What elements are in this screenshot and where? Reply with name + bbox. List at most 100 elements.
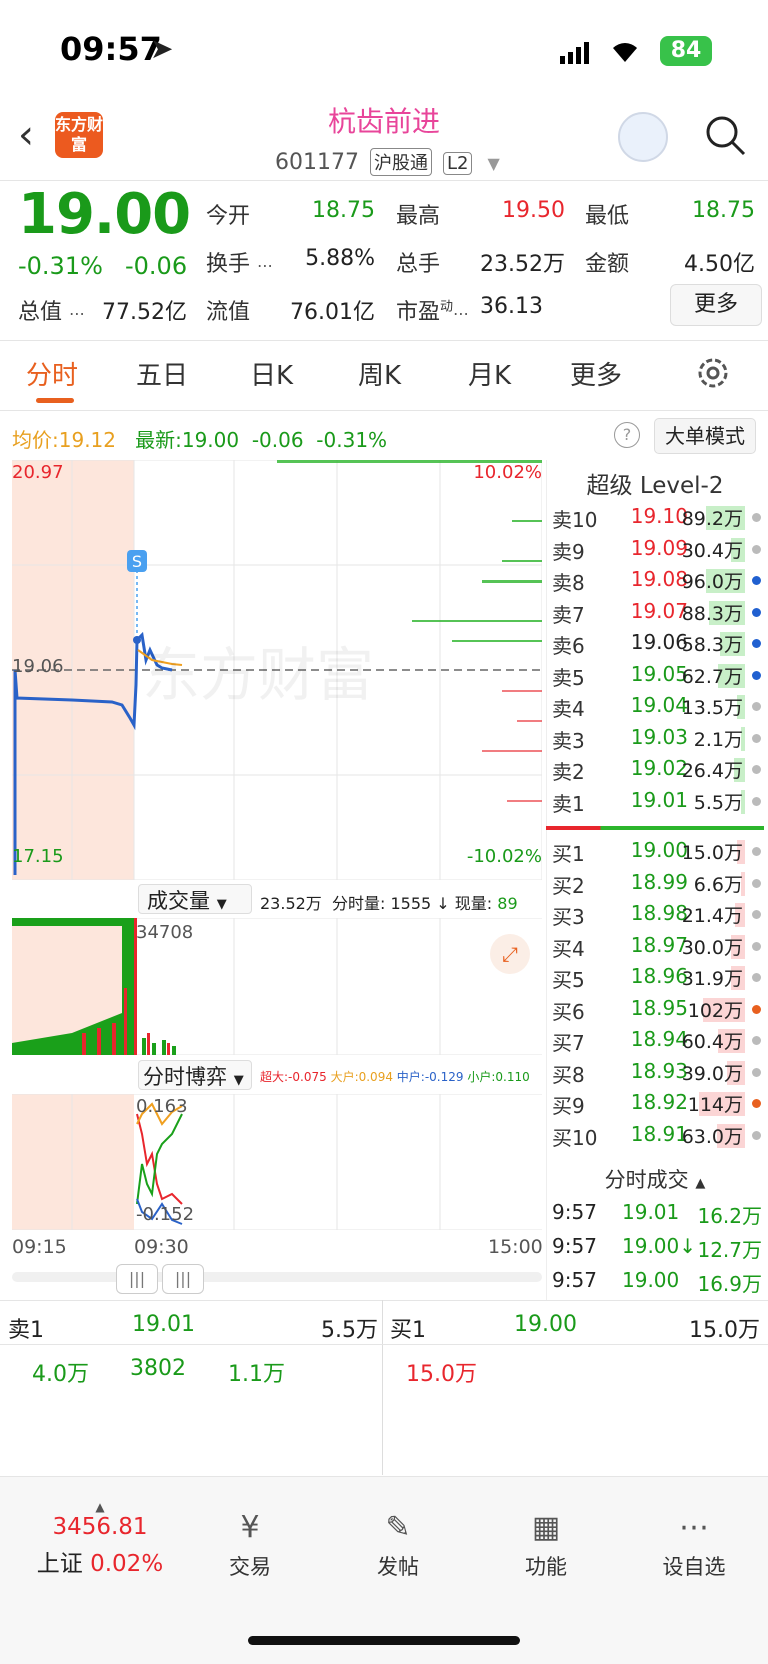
order-dot-icon — [752, 1099, 761, 1108]
bid-row[interactable]: 买6 18.95 102万 — [550, 994, 765, 1024]
trade-time: 9:57 — [552, 1268, 597, 1292]
settings-icon[interactable] — [696, 356, 730, 394]
low-label: 最低 — [585, 204, 630, 229]
level-price: 18.98 — [630, 901, 688, 925]
tab-month-k[interactable]: 月K — [468, 355, 511, 392]
bid-row[interactable]: 买10 18.91 63.0万 — [550, 1120, 765, 1150]
level-price: 18.99 — [630, 869, 688, 894]
volume-value: 23.52万 — [480, 252, 565, 277]
y-mid-label: 19.06 — [12, 656, 64, 677]
bq-left-item-1: 4.0万 — [32, 1362, 89, 1387]
level-volume: 30.0万 — [681, 936, 743, 959]
trade-icon: ¥ — [240, 1510, 260, 1545]
volume-peak-label: 34708 — [136, 922, 194, 943]
volume-dropdown[interactable]: 成交量 ▼ — [138, 884, 252, 914]
bid-row[interactable]: 买7 18.94 60.4万 — [550, 1025, 765, 1055]
level-price: 19.10 — [630, 504, 688, 528]
scrollbar-track[interactable] — [12, 1272, 542, 1282]
bid-row[interactable]: 买2 18.99 6.6万 — [550, 868, 765, 898]
ask-row[interactable]: 卖5 19.05 62.7万 — [550, 660, 765, 690]
level-label: 卖10 — [552, 508, 598, 532]
level-price: 18.97 — [630, 932, 688, 957]
bq-left-item-3: 1.1万 — [228, 1362, 285, 1387]
level-volume: 30.4万 — [681, 539, 743, 562]
level-volume: 88.3万 — [681, 602, 743, 625]
level-label: 买6 — [552, 999, 585, 1024]
ask-row[interactable]: 卖2 19.02 26.4万 — [550, 754, 765, 784]
tab-indicator — [36, 398, 74, 403]
help-icon[interactable]: ? — [614, 422, 640, 448]
index-pct: 0.02% — [90, 1551, 164, 1577]
level-label: 卖3 — [552, 728, 585, 753]
robot-avatar-icon[interactable] — [618, 112, 668, 162]
bq-left-item-2: 3802 — [130, 1356, 186, 1381]
scroll-handle-left[interactable]: ||| — [116, 1264, 158, 1294]
ask-row[interactable]: 卖4 19.04 13.5万 — [550, 691, 765, 721]
level-volume: 31.9万 — [681, 968, 743, 990]
chevron-down-icon: ▼ — [487, 154, 500, 173]
bid-row[interactable]: 买3 18.98 21.4万 — [550, 899, 765, 929]
ask-row[interactable]: 卖10 19.10 89.2万 — [550, 502, 765, 532]
order-dot-icon — [752, 878, 761, 888]
nav-functions[interactable]: ▦ 功能 — [496, 1510, 596, 1581]
ask-row[interactable]: 卖8 19.08 96.0万 — [550, 565, 765, 595]
level-label: 买4 — [552, 936, 585, 961]
level-volume: 26.4万 — [681, 760, 743, 782]
bid-row[interactable]: 买4 18.97 30.0万 — [550, 931, 765, 961]
pct-max-label: 10.02% — [473, 462, 542, 483]
connect-tag: 沪股通 — [369, 148, 432, 176]
info-line: 均价:19.12 最新:19.00 -0.06 -0.31% — [12, 428, 388, 452]
level-label: 买1 — [552, 842, 585, 866]
bid-row[interactable]: 买1 19.00 15.0万 — [550, 836, 765, 866]
x-label-start: 09:15 — [12, 1236, 67, 1258]
chart-marker[interactable]: S — [132, 552, 142, 571]
tab-week-k[interactable]: 周K — [358, 355, 401, 392]
price-chart[interactable]: S 东方财富 20.97 17.15 19.06 10.02% -10.02% — [12, 459, 543, 881]
expand-icon[interactable]: ⤢ — [490, 934, 530, 974]
tab-five-day[interactable]: 五日 — [136, 355, 188, 392]
tab-more[interactable]: 更多 — [570, 355, 622, 392]
turnover-value: 5.88% — [305, 246, 375, 271]
quote-divider — [0, 340, 768, 341]
game-dropdown[interactable]: 分时博弈 ▼ — [138, 1060, 252, 1090]
index-widget[interactable]: ▲ 3456.81 上证 0.02% — [20, 1500, 180, 1590]
scroll-handle-right[interactable]: ||| — [162, 1264, 204, 1294]
current-price: 19.00 — [18, 182, 191, 247]
float-label: 流值 — [206, 300, 251, 325]
bid-row[interactable]: 买9 18.92 114万 — [550, 1088, 765, 1118]
volume-label: 总手 — [396, 252, 441, 277]
tab-day-k[interactable]: 日K — [250, 355, 293, 392]
level-price: 19.08 — [630, 567, 688, 591]
nav-post[interactable]: ✎ 发帖 — [348, 1510, 448, 1581]
home-indicator — [248, 1636, 520, 1645]
tab-intraday[interactable]: 分时 — [26, 355, 78, 392]
ask-row[interactable]: 卖7 19.07 88.3万 — [550, 597, 765, 627]
level-label: 卖2 — [552, 760, 585, 784]
bid-row[interactable]: 买5 18.96 31.9万 — [550, 962, 765, 992]
search-icon[interactable] — [704, 114, 746, 160]
level-label: 买5 — [552, 968, 585, 992]
more-button[interactable]: 更多 — [670, 284, 762, 326]
level-price: 18.95 — [630, 995, 688, 1020]
ask-row[interactable]: 卖6 19.06 58.3万 — [550, 628, 765, 658]
nav-add-watchlist[interactable]: ⋯ 设自选 — [644, 1510, 744, 1581]
nav-trade[interactable]: ¥ 交易 — [200, 1510, 300, 1581]
level-volume: 39.0万 — [681, 1062, 743, 1085]
level-price: 19.05 — [630, 661, 688, 686]
ask-row[interactable]: 卖1 19.01 5.5万 — [550, 786, 765, 816]
level-label: 卖1 — [552, 791, 585, 816]
bid-row[interactable]: 买8 18.93 39.0万 — [550, 1057, 765, 1087]
ask-row[interactable]: 卖3 19.03 2.1万 — [550, 723, 765, 753]
big-order-mode-button[interactable]: 大单模式 — [654, 418, 756, 454]
edit-icon: ✎ — [385, 1510, 411, 1545]
order-dot-icon — [752, 1067, 761, 1077]
level-label: 卖8 — [552, 571, 585, 595]
stock-code-line[interactable]: 601177 沪股通 L2 ▼ — [275, 148, 500, 176]
pe-label: 市盈动⋯ — [396, 299, 470, 325]
order-dot-icon — [752, 513, 761, 522]
orderbook-title[interactable]: 超级 Level-2 — [550, 466, 760, 500]
ask-row[interactable]: 卖9 19.09 30.4万 — [550, 534, 765, 564]
trades-header[interactable]: 分时成交 ▲ — [550, 1164, 760, 1194]
level-volume: 2.1万 — [693, 728, 743, 751]
bq-right-vol: 15.0万 — [689, 1318, 760, 1343]
